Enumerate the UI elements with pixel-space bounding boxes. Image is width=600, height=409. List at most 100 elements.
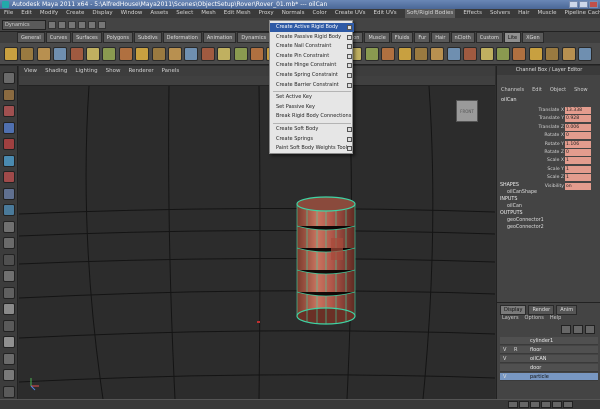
outliner-layout-icon[interactable]	[3, 319, 15, 332]
attribute-value-field[interactable]: 1	[565, 165, 591, 173]
nail-constraint-icon[interactable]	[168, 47, 182, 61]
object-name[interactable]: oilCan	[501, 97, 517, 103]
show-manipulator-icon[interactable]	[3, 204, 15, 216]
new-empty-layer-icon[interactable]	[573, 325, 583, 334]
menu-edit-uvs[interactable]: Edit UVs	[374, 9, 397, 18]
go-to-start-icon[interactable]	[508, 401, 518, 408]
play-forward-icon[interactable]	[541, 401, 551, 408]
select-tool-icon[interactable]	[3, 72, 15, 84]
layer-tab-render[interactable]: Render	[528, 305, 555, 315]
viewport-menu-show[interactable]: Show	[106, 66, 121, 76]
save-scene-icon[interactable]	[68, 20, 76, 29]
menu-display[interactable]: Display	[92, 9, 112, 18]
time-slider[interactable]	[0, 399, 600, 409]
universal-manipulator-icon[interactable]	[3, 171, 15, 183]
attribute-row-translate-x[interactable]: Translate X 13.338	[497, 107, 600, 115]
hinge-constraint-icon[interactable]	[200, 47, 215, 61]
menu-item-break-rigid-body-connections[interactable]: Break Rigid Body Connections	[270, 112, 354, 121]
menu-muscle[interactable]: Muscle	[537, 9, 556, 18]
layer-tab-display[interactable]: Display	[500, 305, 527, 315]
attribute-value-field[interactable]: on	[565, 182, 591, 190]
viewport-menu-shading[interactable]: Shading	[45, 66, 67, 76]
attribute-row-rotate-x[interactable]: Rotate X0	[497, 132, 600, 140]
passive-body-icon[interactable]	[20, 47, 35, 61]
attribute-row-scale-z[interactable]: Scale Z1	[497, 174, 600, 182]
extra-layout-icon[interactable]	[3, 385, 15, 398]
menu-item-create-hinge-constraint[interactable]: Create Hinge Constraint	[270, 61, 354, 70]
attribute-value-field[interactable]: 1	[565, 174, 591, 182]
attribute-value-field[interactable]: 0.006	[565, 123, 591, 131]
four-view-layout-icon[interactable]	[3, 253, 15, 266]
attribute-row-rotate-z[interactable]: Rotate Z0	[497, 149, 600, 157]
menu-item-create-springs[interactable]: Create Springs	[270, 135, 354, 144]
pin-constraint-icon[interactable]	[446, 47, 461, 61]
scale-tool-icon[interactable]	[3, 154, 15, 167]
menu-window[interactable]: Window	[121, 9, 143, 18]
channel-menu-show[interactable]: Show	[574, 86, 588, 95]
menu-hair[interactable]: Hair	[518, 9, 529, 18]
spring-constraint-icon[interactable]	[217, 47, 232, 61]
attribute-row-scale-y[interactable]: Scale Y1	[497, 165, 600, 174]
nail-constraint-icon[interactable]	[36, 47, 51, 61]
new-scene-icon[interactable]	[48, 20, 56, 29]
menu-create[interactable]: Create	[66, 9, 84, 18]
option-box-icon[interactable]	[347, 82, 352, 88]
open-scene-icon[interactable]	[58, 20, 66, 29]
menu-item-create-nail-constraint[interactable]: Create Nail Constraint	[270, 42, 354, 51]
history-node-geoconnector2[interactable]: geoConnector2	[507, 225, 544, 230]
shelf-tab-dynamics[interactable]: Dynamics	[237, 32, 271, 43]
viewport-menu-view[interactable]: View	[24, 66, 37, 76]
soft-mod-icon[interactable]	[3, 187, 15, 200]
graph-editor-layout-icon[interactable]	[3, 336, 15, 348]
menu-item-paint-soft-body-weights-tool[interactable]: Paint Soft Body Weights Tool	[270, 144, 354, 153]
close-icon[interactable]	[589, 1, 598, 8]
shelf-tab-fluids[interactable]: Fluids	[390, 32, 414, 43]
viewcube[interactable]: FRONT	[456, 100, 478, 122]
passive-body-icon[interactable]	[151, 47, 166, 61]
nail-constraint-icon[interactable]	[561, 47, 576, 61]
menu-item-create-pin-constraint[interactable]: Create Pin Constraint	[270, 52, 354, 61]
option-box-icon[interactable]	[347, 53, 352, 59]
soft-body-icon[interactable]	[250, 47, 264, 61]
rigid-body-icon[interactable]	[4, 47, 18, 61]
channel-menu-channels[interactable]: Channels	[501, 86, 524, 95]
shelf-tab-curves[interactable]: Curves	[45, 32, 72, 43]
attribute-value-field[interactable]: 0	[565, 149, 591, 156]
new-layer-selected-icon[interactable]	[585, 325, 595, 334]
soft-body-icon[interactable]	[512, 47, 527, 61]
move-layer-up-icon[interactable]	[561, 325, 571, 334]
shelf-tab-custom[interactable]: Custom	[475, 32, 503, 43]
option-box-icon[interactable]	[347, 25, 352, 30]
option-box-icon[interactable]	[347, 136, 352, 142]
menu-item-create-soft-body[interactable]: Create Soft Body	[270, 125, 354, 134]
shelf-tab-general[interactable]: General	[17, 32, 45, 43]
passive-body-icon[interactable]	[414, 47, 428, 61]
hypershade-layout-icon[interactable]	[3, 303, 15, 315]
menu-modify[interactable]: Modify	[40, 9, 58, 18]
barrier-constraint-icon[interactable]	[102, 47, 117, 61]
barrier-constraint-icon[interactable]	[364, 47, 379, 61]
section-header-outputs[interactable]: OUTPUTS	[500, 211, 523, 216]
layer-row-door[interactable]: door	[500, 364, 598, 372]
menu-item-set-passive-key[interactable]: Set Passive Key	[270, 103, 354, 112]
last-tool-icon[interactable]	[3, 220, 15, 233]
select-object-icon[interactable]	[88, 20, 96, 29]
spring-constraint-icon[interactable]	[86, 47, 100, 61]
shelf-tab-animation[interactable]: Animation	[202, 32, 237, 43]
menu-pipeline-cache[interactable]: Pipeline Cache	[565, 9, 600, 18]
menu-effects[interactable]: Effects	[463, 9, 482, 18]
single-perspective-layout-icon[interactable]	[3, 237, 15, 249]
attribute-value-field[interactable]: 1.106	[565, 140, 591, 148]
history-node-geoconnector1[interactable]: geoConnector1	[507, 218, 544, 223]
spring-constraint-icon[interactable]	[479, 47, 494, 61]
menu-soft-rigid-bodies[interactable]: Soft/Rigid Bodies	[404, 9, 456, 18]
move-tool-icon[interactable]	[3, 121, 15, 134]
menu-item-set-active-key[interactable]: Set Active Key	[270, 93, 354, 102]
menu-solvers[interactable]: Solvers	[490, 9, 510, 18]
persp-outliner-layout-icon[interactable]	[3, 270, 15, 282]
pin-constraint-icon[interactable]	[184, 47, 199, 61]
persp-graph-layout-icon[interactable]	[3, 286, 15, 299]
attribute-row-rotate-y[interactable]: Rotate Y 1.106	[497, 140, 600, 149]
layer-visibility-toggle[interactable]: V	[503, 355, 506, 363]
barrier-constraint-icon[interactable]	[233, 47, 248, 61]
